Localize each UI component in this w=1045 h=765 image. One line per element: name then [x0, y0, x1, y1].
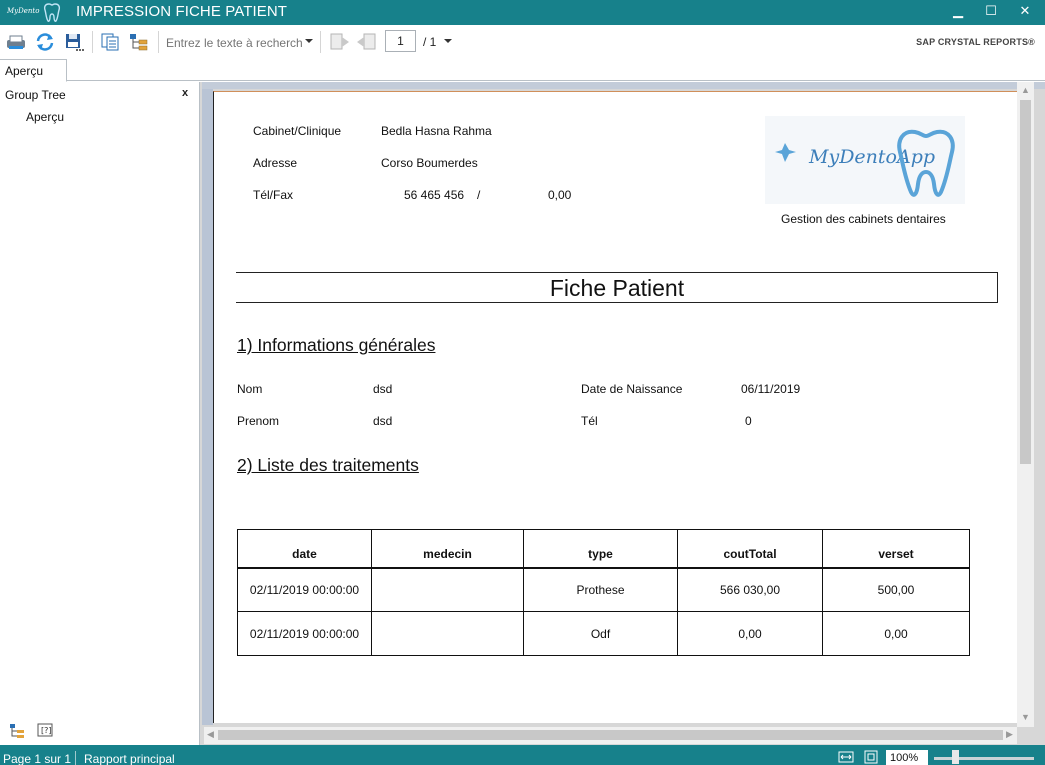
cell-date: 02/11/2019 00:00:00: [237, 611, 372, 656]
horizontal-scroll-thumb[interactable]: [218, 730, 1003, 740]
fit-width-icon[interactable]: [838, 750, 854, 764]
table-header-row: date medecin type coutTotal verset: [237, 529, 970, 569]
nom-label: Nom: [237, 382, 263, 396]
page-margin-shade: [202, 89, 213, 725]
cabinet-label: Cabinet/Clinique: [253, 124, 342, 138]
scroll-down-arrow-icon[interactable]: ▼: [1021, 712, 1030, 722]
table-row: 02/11/2019 00:00:00 Odf 0,00 0,00: [237, 611, 970, 656]
fax-value: 0,00: [548, 188, 572, 202]
adresse-label: Adresse: [253, 156, 298, 170]
cell-medecin: [371, 611, 524, 656]
scroll-left-arrow-icon[interactable]: ◀: [207, 729, 214, 740]
vertical-scroll-thumb[interactable]: [1020, 100, 1031, 464]
logo-caption: Gestion des cabinets dentaires: [781, 212, 946, 226]
scroll-up-arrow-icon[interactable]: ▲: [1021, 85, 1030, 95]
cell-verset: 0,00: [822, 611, 970, 656]
search-input[interactable]: [166, 35, 306, 51]
section-liste-traitements: 2) Liste des traitements: [237, 455, 419, 475]
tel-value: 56 465 456: [404, 188, 465, 202]
cell-verset: 500,00: [822, 567, 970, 612]
column-header-type: type: [523, 529, 678, 569]
vertical-scrollbar[interactable]: ▲ ▼: [1017, 82, 1034, 727]
treatments-table: date medecin type coutTotal verset 02/11…: [237, 529, 970, 656]
page-total-label: / 1: [423, 35, 437, 49]
column-header-date: date: [237, 529, 372, 569]
viewer-top-border: [202, 82, 1045, 89]
column-header-verset: verset: [822, 529, 970, 569]
cell-couttotal: 566 030,00: [677, 567, 823, 612]
prenom-label: Prenom: [237, 414, 280, 428]
logo-text: MyDentoApp: [808, 146, 935, 168]
app-logo-icon: MyDento: [3, 1, 67, 23]
table-row: 02/11/2019 00:00:00 Prothese 566 030,00 …: [237, 567, 970, 612]
toolbar-separator: [92, 31, 93, 53]
mydentoapp-logo: MyDentoApp: [765, 116, 965, 204]
group-tree-panel: Group Tree x Aperçu [?]: [0, 82, 199, 745]
tel-fax-separator: /: [477, 188, 481, 202]
report-title-box: Fiche Patient: [236, 272, 998, 303]
previous-page-icon[interactable]: [328, 32, 350, 52]
tab-apercu[interactable]: Aperçu: [0, 59, 67, 82]
report-page: Cabinet/Clinique Bedla Hasna Rahma Adres…: [213, 91, 1019, 723]
minimize-button[interactable]: ▁: [943, 2, 973, 22]
copy-icon[interactable]: [99, 32, 121, 52]
search-dropdown-icon[interactable]: [302, 33, 316, 53]
sap-crystal-reports-logo: SAP CRYSTAL REPORTS®: [916, 37, 1035, 47]
page-dropdown-icon[interactable]: [441, 33, 455, 53]
page-number-input[interactable]: 1: [385, 30, 416, 52]
maximize-button[interactable]: ☐: [976, 2, 1006, 22]
zoom-level-input[interactable]: 100%: [886, 750, 928, 765]
refresh-icon[interactable]: [34, 32, 56, 52]
cell-type: Prothese: [523, 567, 678, 612]
status-page-info: Page 1 sur 1: [3, 752, 72, 765]
section-informations-generales: 1) Informations générales: [237, 335, 436, 355]
status-report-name: Rapport principal: [84, 752, 175, 765]
tel-fax-label: Tél/Fax: [253, 188, 294, 202]
cell-type: Odf: [523, 611, 678, 656]
zoom-slider-thumb[interactable]: [952, 750, 959, 764]
group-tree-title: Group Tree: [5, 88, 66, 102]
window-title: IMPRESSION FICHE PATIENT: [76, 3, 288, 20]
tab-strip: Aperçu: [0, 59, 1045, 82]
cell-medecin: [371, 567, 524, 612]
group-tree-toggle-icon[interactable]: [128, 32, 150, 52]
group-tree-icon[interactable]: [9, 723, 25, 739]
patient-tel-label: Tél: [581, 414, 598, 428]
close-button[interactable]: ✕: [1010, 2, 1040, 22]
report-viewer: Cabinet/Clinique Bedla Hasna Rahma Adres…: [199, 82, 1045, 745]
title-bar: MyDento IMPRESSION FICHE PATIENT ▁ ☐ ✕: [0, 0, 1045, 25]
next-page-icon[interactable]: [356, 32, 378, 52]
status-bar: Page 1 sur 1 Rapport principal 100%: [0, 745, 1045, 765]
crystal-report-viewer-window: MyDento IMPRESSION FICHE PATIENT ▁ ☐ ✕ E…: [0, 0, 1045, 765]
zoom-slider-track[interactable]: [934, 757, 1034, 760]
cell-couttotal: 0,00: [677, 611, 823, 656]
patient-tel-value: 0: [745, 414, 752, 428]
print-icon[interactable]: [5, 32, 27, 52]
date-naissance-value: 06/11/2019: [741, 382, 801, 396]
fit-page-icon[interactable]: [863, 750, 879, 764]
horizontal-scrollbar[interactable]: ◀ ▶: [204, 727, 1017, 744]
adresse-value: Corso Boumerdes: [381, 156, 478, 170]
prenom-value: dsd: [373, 414, 393, 428]
export-icon[interactable]: [64, 32, 86, 52]
svg-text:[?]: [?]: [41, 726, 52, 735]
column-header-medecin: medecin: [371, 529, 524, 569]
toolbar-separator: [158, 31, 159, 53]
group-tree-close-button[interactable]: x: [182, 87, 188, 99]
svg-text:MyDento: MyDento: [6, 7, 39, 15]
toolbar-separator: [320, 31, 321, 53]
cabinet-value: Bedla Hasna Rahma: [381, 124, 492, 138]
toolbar: 1 / 1 SAP CRYSTAL REPORTS®: [0, 25, 1045, 59]
column-header-couttotal: coutTotal: [677, 529, 823, 569]
nom-value: dsd: [373, 382, 393, 396]
scroll-right-arrow-icon[interactable]: ▶: [1006, 729, 1013, 740]
cell-date: 02/11/2019 00:00:00: [237, 567, 372, 612]
group-tree-item-apercu[interactable]: Aperçu: [26, 110, 64, 124]
report-title: Fiche Patient: [549, 275, 685, 301]
date-naissance-label: Date de Naissance: [581, 382, 683, 396]
status-separator: [75, 751, 76, 765]
parameters-icon[interactable]: [?]: [37, 723, 53, 737]
